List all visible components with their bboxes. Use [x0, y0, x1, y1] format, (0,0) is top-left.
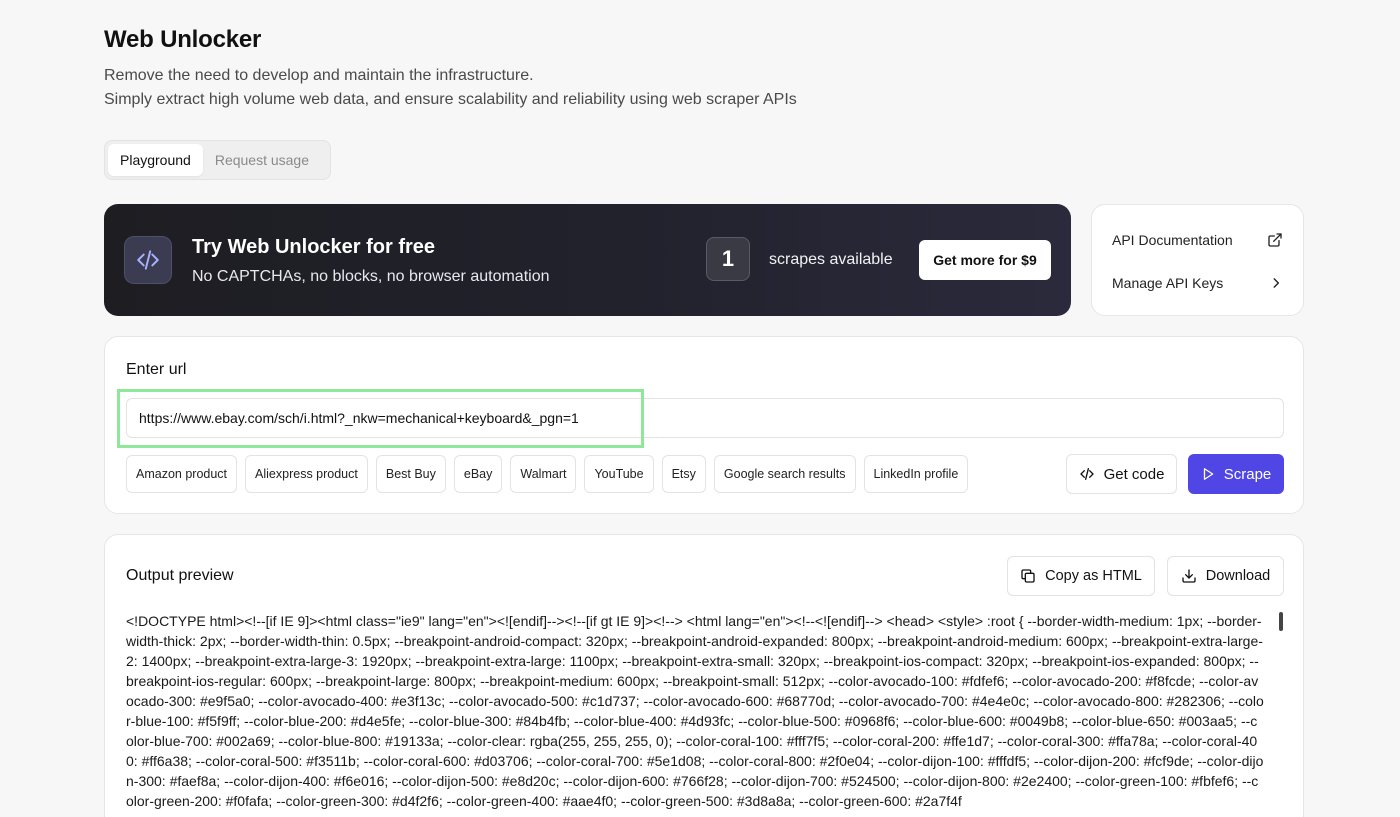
external-link-icon — [1267, 232, 1283, 248]
preset-google-search-results[interactable]: Google search results — [713, 455, 856, 493]
preset-youtube[interactable]: YouTube — [584, 455, 654, 493]
copy-icon — [1020, 568, 1036, 584]
url-input[interactable] — [126, 398, 1284, 438]
code-icon — [124, 236, 172, 284]
api-documentation-label: API Documentation — [1112, 232, 1233, 248]
scrapes-available-label: scrapes available — [769, 251, 893, 268]
api-links-card: API Documentation Manage API Keys — [1091, 204, 1304, 316]
copy-as-html-label: Copy as HTML — [1045, 568, 1142, 584]
output-preview-label: Output preview — [126, 567, 234, 584]
free-trial-banner: Try Web Unlocker for free No CAPTCHAs, n… — [104, 204, 1071, 316]
banner-title: Try Web Unlocker for free — [192, 236, 436, 258]
page-title: Web Unlocker — [104, 26, 262, 53]
copy-as-html-button[interactable]: Copy as HTML — [1007, 556, 1155, 596]
output-html-text: <!DOCTYPE html><!--[if IE 9]><html class… — [126, 613, 1264, 809]
banner-subtitle: No CAPTCHAs, no blocks, no browser autom… — [192, 268, 550, 285]
output-scrollbar[interactable] — [1279, 612, 1283, 631]
preset-walmart[interactable]: Walmart — [510, 455, 577, 493]
preset-etsy[interactable]: Etsy — [661, 455, 706, 493]
get-code-label: Get code — [1103, 465, 1165, 483]
page-subtitle-line-1: Remove the need to develop and maintain … — [104, 67, 534, 84]
page-subtitle-line-2: Simply extract high volume web data, and… — [104, 91, 797, 108]
download-icon — [1181, 568, 1197, 584]
preset-best-buy[interactable]: Best Buy — [375, 455, 446, 493]
url-card: Enter url Amazon product Aliexpress prod… — [104, 336, 1304, 514]
preset-list: Amazon product Aliexpress product Best B… — [126, 455, 969, 493]
chevron-right-icon — [1269, 276, 1283, 290]
api-documentation-link[interactable]: API Documentation — [1112, 229, 1283, 251]
tab-playground[interactable]: Playground — [108, 144, 203, 176]
download-label: Download — [1205, 568, 1271, 584]
manage-api-keys-label: Manage API Keys — [1112, 275, 1224, 291]
code-brackets-icon — [1079, 466, 1095, 482]
preset-linkedin-profile[interactable]: LinkedIn profile — [863, 455, 969, 493]
tab-bar: Playground Request usage — [104, 140, 331, 180]
enter-url-label: Enter url — [126, 361, 187, 378]
scrapes-count-badge: 1 — [706, 237, 750, 281]
play-icon — [1201, 467, 1215, 481]
scrape-label: Scrape — [1223, 465, 1272, 483]
preset-aliexpress-product[interactable]: Aliexpress product — [245, 455, 368, 493]
scrape-button[interactable]: Scrape — [1188, 454, 1284, 494]
tab-request-usage[interactable]: Request usage — [203, 144, 321, 176]
manage-api-keys-link[interactable]: Manage API Keys — [1112, 272, 1283, 294]
preset-amazon-product[interactable]: Amazon product — [126, 455, 238, 493]
download-button[interactable]: Download — [1167, 556, 1284, 596]
get-more-button[interactable]: Get more for $9 — [919, 240, 1051, 280]
preset-ebay[interactable]: eBay — [453, 455, 503, 493]
get-code-button[interactable]: Get code — [1066, 454, 1177, 494]
output-card: Output preview Copy as HTML Download <!D… — [104, 534, 1304, 817]
